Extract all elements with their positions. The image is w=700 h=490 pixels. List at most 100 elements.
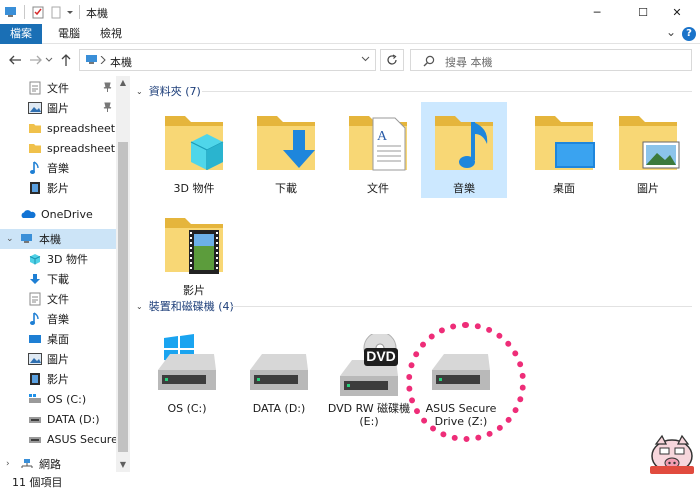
sidebar-scrollbar[interactable]: ▲ ▼: [116, 76, 130, 472]
sidebar-item-label: 本機: [39, 233, 61, 246]
pin-icon[interactable]: [103, 102, 112, 115]
music-note-icon: [28, 312, 42, 326]
folder-videos[interactable]: 影片: [151, 204, 237, 300]
folder-label: 圖片: [637, 182, 659, 195]
music-folder-icon: [435, 116, 493, 170]
new-folder-icon[interactable]: [49, 5, 63, 19]
sidebar-item-label: spreadsheet: [47, 121, 116, 135]
chevron-down-icon[interactable]: [65, 5, 75, 19]
folder-label: 3D 物件: [173, 182, 215, 195]
drives-group-header[interactable]: ⌄ 裝置和磁碟機 (4): [136, 298, 234, 314]
sidebar-item-documents-quick[interactable]: 文件: [0, 78, 116, 98]
scrollbar-thumb[interactable]: [118, 142, 128, 452]
sidebar-item-os-c[interactable]: OS (C:): [0, 389, 116, 409]
pin-icon[interactable]: [103, 82, 112, 95]
chevron-down-icon[interactable]: ⌄: [6, 234, 14, 244]
sidebar-item-pictures[interactable]: 圖片: [0, 349, 116, 369]
status-bar: 11 個項目: [0, 472, 700, 490]
sidebar-item-asus-z[interactable]: ASUS Secure Drive (Z:): [0, 429, 116, 449]
drive-label-line2: (E:): [359, 415, 379, 428]
search-input[interactable]: 搜尋 本機: [445, 54, 493, 70]
tab-computer[interactable]: 電腦: [48, 24, 90, 44]
chevron-right-icon[interactable]: ›: [6, 459, 10, 469]
scroll-up-icon[interactable]: ▲: [116, 76, 130, 90]
item-count: 11 個項目: [12, 476, 63, 489]
film-icon: [28, 181, 42, 195]
navigation-pane: 文件 圖片 spreadsheet spreadsheet 音樂 影片 OneD…: [0, 76, 130, 472]
tab-file[interactable]: 檔案: [0, 24, 42, 44]
up-button[interactable]: [58, 52, 74, 68]
sidebar-item-music-quick[interactable]: 音樂: [0, 158, 116, 178]
sidebar-item-this-pc[interactable]: ⌄ 本機: [0, 229, 116, 249]
sidebar-item-label: spreadsheet: [47, 141, 116, 155]
search-box[interactable]: 搜尋 本機: [410, 49, 692, 71]
drive-data-d[interactable]: DATA (D:): [234, 334, 324, 444]
sidebar-item-onedrive[interactable]: OneDrive: [0, 204, 116, 224]
drive-label: DATA (D:): [252, 402, 306, 415]
arrow-left-icon: [9, 55, 21, 65]
drive-dvd-e[interactable]: DVD DVD RW 磁碟機 (E:): [324, 334, 414, 444]
sidebar-item-network[interactable]: › 網路: [0, 454, 116, 472]
address-bar[interactable]: 本機: [79, 49, 376, 71]
properties-icon[interactable]: [31, 5, 45, 19]
folder-label: 音樂: [453, 182, 475, 195]
folder-label: 下載: [275, 182, 297, 195]
refresh-icon: [387, 54, 397, 65]
separator: [24, 5, 25, 19]
sidebar-item-label: 3D 物件: [47, 253, 88, 266]
forward-button[interactable]: [28, 52, 44, 68]
folder-label: 文件: [367, 182, 389, 195]
folder-desktop[interactable]: 桌面: [521, 102, 607, 198]
music-note-icon: [28, 161, 42, 175]
sidebar-item-pictures-quick[interactable]: 圖片: [0, 98, 116, 118]
sidebar-item-videos-quick[interactable]: 影片: [0, 178, 116, 198]
chevron-down-icon: ⌄: [136, 86, 143, 96]
close-button[interactable]: ✕: [654, 0, 700, 24]
folder-music[interactable]: 音樂: [421, 102, 507, 198]
cube-folder-icon: [165, 116, 224, 170]
sidebar-item-label: 圖片: [47, 353, 69, 366]
folder-pictures[interactable]: 圖片: [605, 102, 691, 198]
help-icon[interactable]: ?: [682, 27, 696, 41]
group-divider: [202, 91, 692, 92]
refresh-button[interactable]: [380, 49, 404, 71]
sidebar-item-desktop[interactable]: 桌面: [0, 329, 116, 349]
scroll-down-icon[interactable]: ▼: [116, 458, 130, 472]
drive-label: DVD RW 磁碟機 (E:): [324, 402, 414, 428]
sidebar-item-data-d[interactable]: DATA (D:): [0, 409, 116, 429]
sidebar-item-3d-objects[interactable]: 3D 物件: [0, 249, 116, 269]
sidebar-item-documents[interactable]: 文件: [0, 289, 116, 309]
minimize-button[interactable]: ─: [574, 0, 620, 24]
dvd-badge: DVD: [366, 348, 396, 364]
download-arrow-icon: [28, 272, 42, 286]
picture-folder-icon: [619, 116, 680, 170]
group-divider: [232, 306, 692, 307]
search-icon: [423, 55, 435, 67]
sidebar-item-label: 桌面: [47, 333, 69, 346]
sidebar-item-music[interactable]: 音樂: [0, 309, 116, 329]
arrow-up-icon: [61, 54, 71, 66]
computer-icon: [20, 232, 34, 246]
tab-view[interactable]: 檢視: [90, 24, 132, 44]
network-icon: [20, 457, 34, 471]
folder-documents[interactable]: A 文件: [335, 102, 421, 198]
computer-icon: [5, 7, 16, 17]
film-icon: [28, 372, 42, 386]
document-folder-icon: A: [349, 116, 407, 171]
back-button[interactable]: [7, 52, 23, 68]
folders-group-header[interactable]: ⌄ 資料夾 (7): [136, 83, 201, 99]
chevron-down-icon: [45, 57, 53, 62]
separator: [79, 5, 80, 19]
folder-3d-objects[interactable]: 3D 物件: [151, 102, 237, 198]
sidebar-item-label: 影片: [47, 373, 69, 386]
chevron-down-icon[interactable]: [361, 55, 370, 63]
sidebar-item-spreadsheet-1[interactable]: spreadsheet: [0, 118, 116, 138]
sidebar-item-spreadsheet-2[interactable]: spreadsheet: [0, 138, 116, 158]
drive-os-c[interactable]: OS (C:): [142, 334, 232, 444]
collapse-ribbon-icon[interactable]: ⌄: [666, 25, 676, 39]
sidebar-item-videos[interactable]: 影片: [0, 369, 116, 389]
sidebar-item-downloads[interactable]: 下載: [0, 269, 116, 289]
recent-locations-button[interactable]: [44, 52, 54, 68]
desktop-folder-icon: [535, 116, 595, 170]
folder-downloads[interactable]: 下載: [243, 102, 329, 198]
